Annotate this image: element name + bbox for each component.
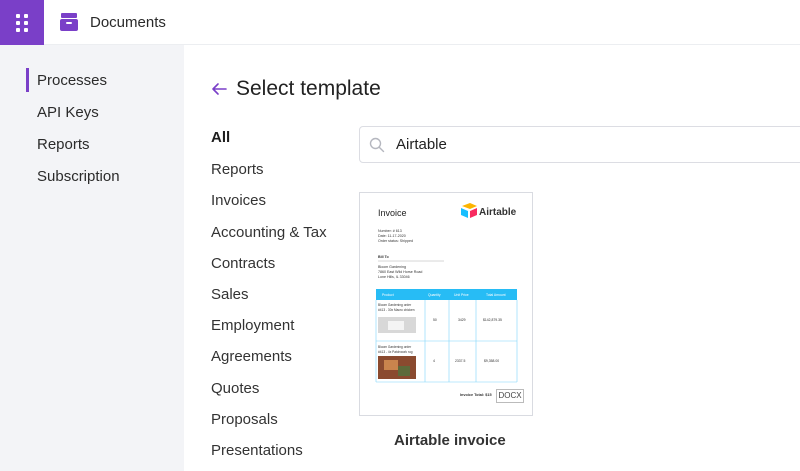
svg-text:$9,358.00: $9,358.00: [484, 359, 499, 363]
svg-text:Bloom Gardening order: Bloom Gardening order: [378, 345, 412, 349]
svg-text:Quantity: Quantity: [428, 293, 441, 297]
category-proposals[interactable]: Proposals: [211, 411, 278, 428]
svg-text:2337.5: 2337.5: [455, 359, 465, 363]
search-icon: [369, 137, 385, 153]
category-contracts[interactable]: Contracts: [211, 255, 275, 272]
svg-text:Unit Price: Unit Price: [454, 293, 469, 297]
category-presentations[interactable]: Presentations: [211, 442, 303, 459]
category-agreements[interactable]: Agreements: [211, 348, 292, 365]
preview-logo-text: Airtable: [479, 207, 517, 218]
category-reports[interactable]: Reports: [211, 161, 264, 178]
svg-text:4: 4: [433, 359, 435, 363]
category-employment[interactable]: Employment: [211, 317, 294, 334]
sidebar-item-reports[interactable]: Reports: [37, 136, 90, 153]
svg-text:Number: # 613: Number: # 613: [378, 229, 402, 233]
preview-heading: Invoice: [378, 208, 407, 218]
svg-text:3429: 3429: [458, 318, 466, 322]
svg-text:Bloom Gardening: Bloom Gardening: [378, 265, 406, 269]
search-input[interactable]: [396, 129, 796, 160]
category-invoices[interactable]: Invoices: [211, 192, 266, 209]
svg-text:#413 - 30x Macro chicken: #413 - 30x Macro chicken: [378, 308, 415, 312]
arrow-left-icon[interactable]: [210, 80, 228, 98]
svg-text:$142,879.35: $142,879.35: [483, 318, 502, 322]
category-quotes[interactable]: Quotes: [211, 380, 259, 397]
app-launcher-icon: [16, 13, 28, 32]
format-badge: DOCX: [496, 389, 524, 403]
app-title: Documents: [90, 14, 166, 31]
svg-text:50: 50: [433, 318, 437, 322]
svg-text:#413 - 4x Patchwork rug: #413 - 4x Patchwork rug: [378, 350, 413, 354]
category-accounting-tax[interactable]: Accounting & Tax: [211, 224, 327, 241]
airtable-logo-icon: [461, 203, 477, 218]
inbox-tray-icon: [60, 13, 78, 31]
sidebar-item-subscription[interactable]: Subscription: [37, 168, 120, 185]
invoice-preview: Invoice Airtable Number: # 613 Date: 11-…: [375, 203, 518, 397]
app-launcher-button[interactable]: [0, 0, 44, 45]
template-card-title[interactable]: Airtable invoice: [394, 432, 506, 449]
svg-text:Lone Hills, IL 33046: Lone Hills, IL 33046: [378, 275, 410, 279]
active-indicator: [26, 68, 29, 92]
svg-text:Invoice Total: $15: Invoice Total: $15: [460, 393, 492, 397]
svg-text:Total Amount: Total Amount: [486, 293, 506, 297]
svg-text:Date: 11-17-2020: Date: 11-17-2020: [378, 234, 406, 238]
svg-text:Product: Product: [382, 293, 394, 297]
svg-text:Bloom Gardening order: Bloom Gardening order: [378, 303, 412, 307]
sidebar-item-processes[interactable]: Processes: [37, 72, 107, 89]
svg-text:Bill To: Bill To: [378, 255, 390, 259]
category-all[interactable]: All: [211, 129, 230, 146]
sidebar-item-api-keys[interactable]: API Keys: [37, 104, 99, 121]
page-title: Select template: [236, 77, 381, 100]
svg-text:7860 East Wild Horse Road: 7860 East Wild Horse Road: [378, 270, 422, 274]
category-sales[interactable]: Sales: [211, 286, 249, 303]
svg-text:Order status: Shipped: Order status: Shipped: [378, 239, 413, 243]
